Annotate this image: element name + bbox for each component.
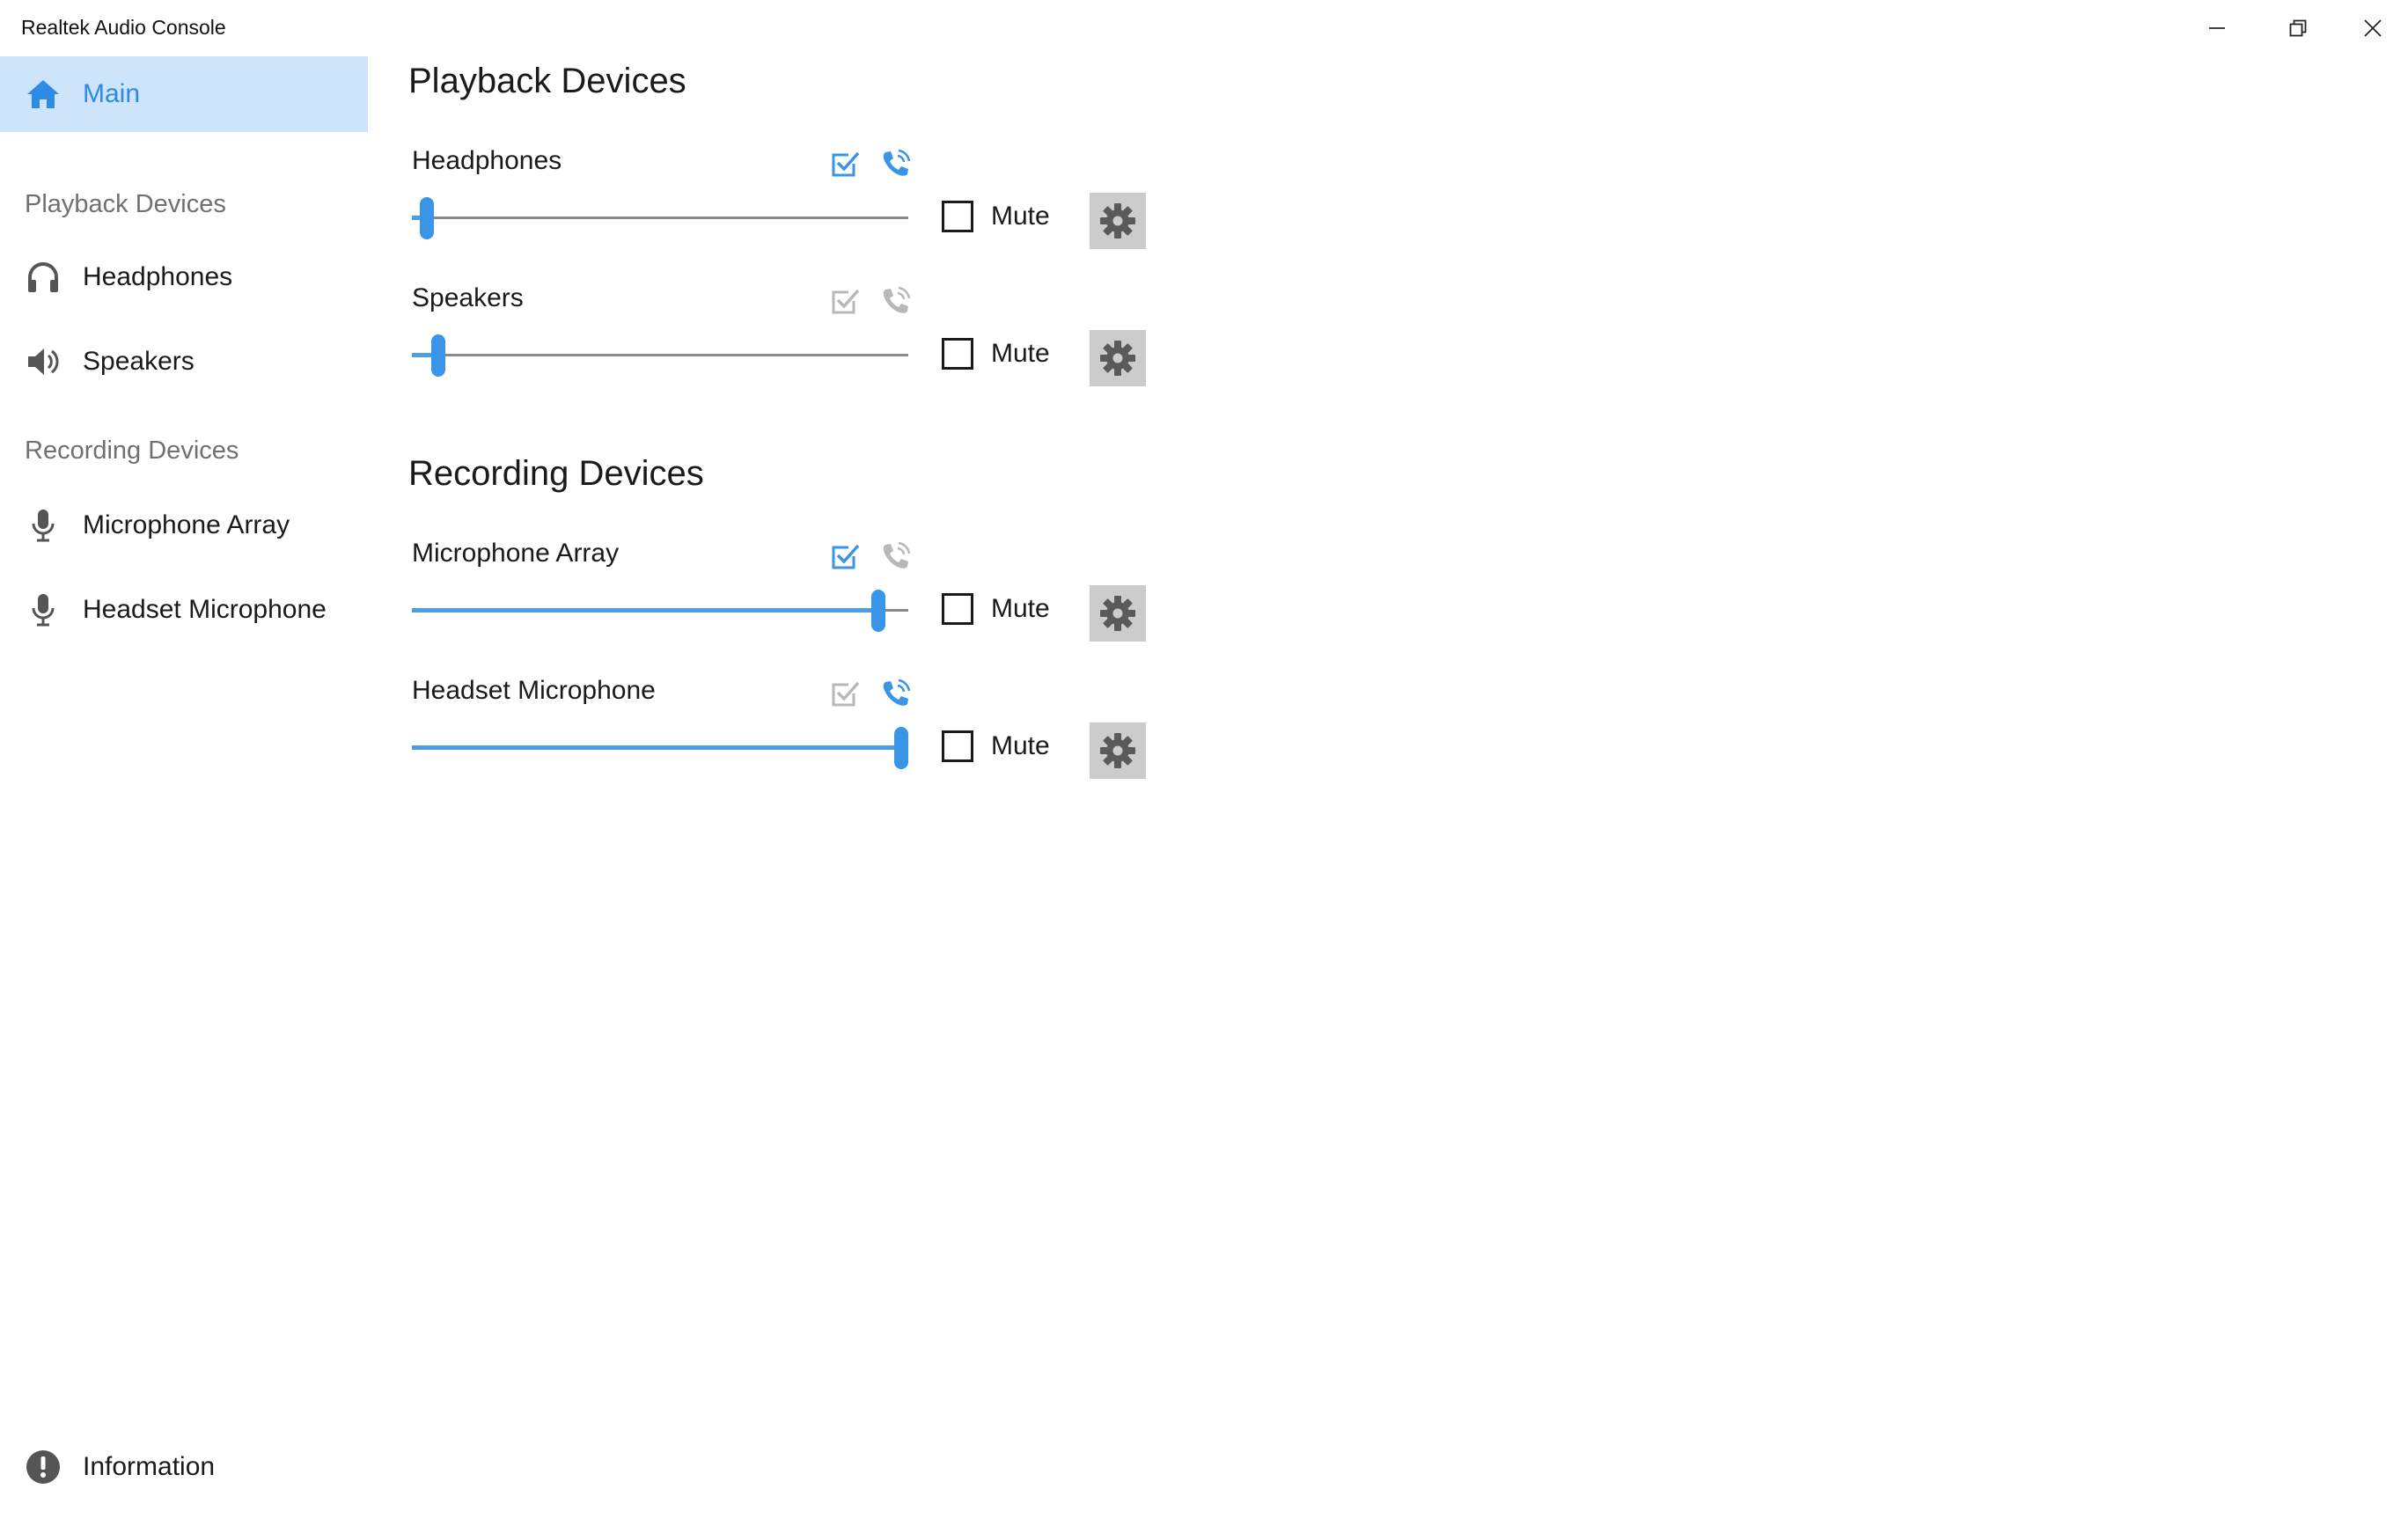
mute-checkbox[interactable]: Mute	[942, 201, 1050, 232]
device-microphone-array: Microphone Array Mute	[408, 539, 1165, 679]
device-name: Microphone Array	[412, 539, 620, 568]
default-communication-icon[interactable]	[878, 676, 914, 711]
device-settings-button[interactable]	[1090, 585, 1146, 642]
gear-icon	[1100, 341, 1135, 376]
volume-slider[interactable]	[412, 333, 908, 378]
sidebar-section-recording: Recording Devices	[25, 437, 239, 465]
default-device-icon[interactable]	[827, 676, 863, 711]
default-device-icon[interactable]	[827, 283, 863, 319]
device-name: Headset Microphone	[412, 676, 656, 705]
gear-icon	[1100, 203, 1135, 238]
mute-checkbox-box[interactable]	[942, 338, 973, 370]
slider-fill	[412, 745, 901, 750]
default-communication-icon[interactable]	[878, 539, 914, 574]
recording-section-title: Recording Devices	[408, 454, 704, 493]
window-title: Realtek Audio Console	[21, 16, 226, 39]
slider-fill	[412, 608, 878, 613]
slider-thumb[interactable]	[431, 334, 445, 377]
volume-slider[interactable]	[412, 195, 908, 241]
sidebar-item-information[interactable]: Information	[0, 1429, 368, 1505]
sidebar: Main Playback Devices Headphones Speaker…	[0, 56, 368, 1526]
slider-track	[412, 354, 908, 356]
mute-label: Mute	[991, 594, 1050, 623]
device-settings-button[interactable]	[1090, 723, 1146, 779]
device-headset-microphone: Headset Microphone Mute	[408, 676, 1165, 817]
speaker-icon	[25, 343, 62, 380]
slider-track	[412, 216, 908, 219]
default-communication-icon[interactable]	[878, 146, 914, 181]
sidebar-item-headphones[interactable]: Headphones	[0, 239, 368, 315]
mute-checkbox[interactable]: Mute	[942, 593, 1050, 625]
sidebar-item-label: Main	[83, 79, 141, 108]
slider-thumb[interactable]	[871, 590, 885, 632]
microphone-icon	[25, 507, 62, 544]
slider-thumb[interactable]	[894, 727, 908, 769]
mute-label: Mute	[991, 202, 1050, 231]
device-settings-button[interactable]	[1090, 330, 1146, 386]
device-name: Headphones	[412, 146, 562, 175]
sidebar-item-label: Speakers	[83, 347, 195, 376]
sidebar-item-label: Headset Microphone	[83, 595, 327, 624]
title-bar: Realtek Audio Console	[0, 0, 2408, 56]
mute-checkbox[interactable]: Mute	[942, 338, 1050, 370]
mute-checkbox-box[interactable]	[942, 201, 973, 232]
slider-thumb[interactable]	[420, 197, 434, 239]
sidebar-item-speakers[interactable]: Speakers	[0, 324, 368, 400]
playback-section-title: Playback Devices	[408, 62, 686, 100]
device-headphones: Headphones Mute	[408, 146, 1165, 287]
device-speakers: Speakers Mute	[408, 283, 1165, 424]
volume-slider[interactable]	[412, 588, 908, 634]
close-button[interactable]	[2332, 0, 2408, 56]
sidebar-item-label: Microphone Array	[83, 510, 290, 539]
minimize-button[interactable]	[2177, 0, 2258, 56]
sidebar-item-label: Information	[83, 1452, 216, 1481]
mute-checkbox[interactable]: Mute	[942, 730, 1050, 762]
default-device-icon[interactable]	[827, 539, 863, 574]
headphones-icon	[25, 259, 62, 296]
app-window: Realtek Audio Console Main Playback Devi…	[0, 0, 2408, 1526]
microphone-icon	[25, 591, 62, 628]
mute-label: Mute	[991, 339, 1050, 368]
sidebar-item-label: Headphones	[83, 262, 233, 291]
sidebar-item-headset-microphone[interactable]: Headset Microphone	[0, 572, 368, 648]
default-device-icon[interactable]	[827, 146, 863, 181]
gear-icon	[1100, 733, 1135, 768]
restore-button[interactable]	[2258, 0, 2338, 56]
info-icon	[25, 1449, 62, 1486]
close-icon	[2364, 19, 2382, 37]
device-name: Speakers	[412, 283, 524, 312]
gear-icon	[1100, 596, 1135, 631]
mute-label: Mute	[991, 731, 1050, 760]
device-settings-button[interactable]	[1090, 193, 1146, 249]
restore-icon	[2289, 19, 2307, 37]
default-communication-icon[interactable]	[878, 283, 914, 319]
sidebar-item-microphone-array[interactable]: Microphone Array	[0, 488, 368, 563]
mute-checkbox-box[interactable]	[942, 593, 973, 625]
minimize-icon	[2209, 27, 2225, 29]
home-icon	[25, 76, 62, 113]
mute-checkbox-box[interactable]	[942, 730, 973, 762]
sidebar-section-playback: Playback Devices	[25, 190, 226, 218]
volume-slider[interactable]	[412, 725, 908, 771]
sidebar-item-main[interactable]: Main	[0, 56, 368, 132]
